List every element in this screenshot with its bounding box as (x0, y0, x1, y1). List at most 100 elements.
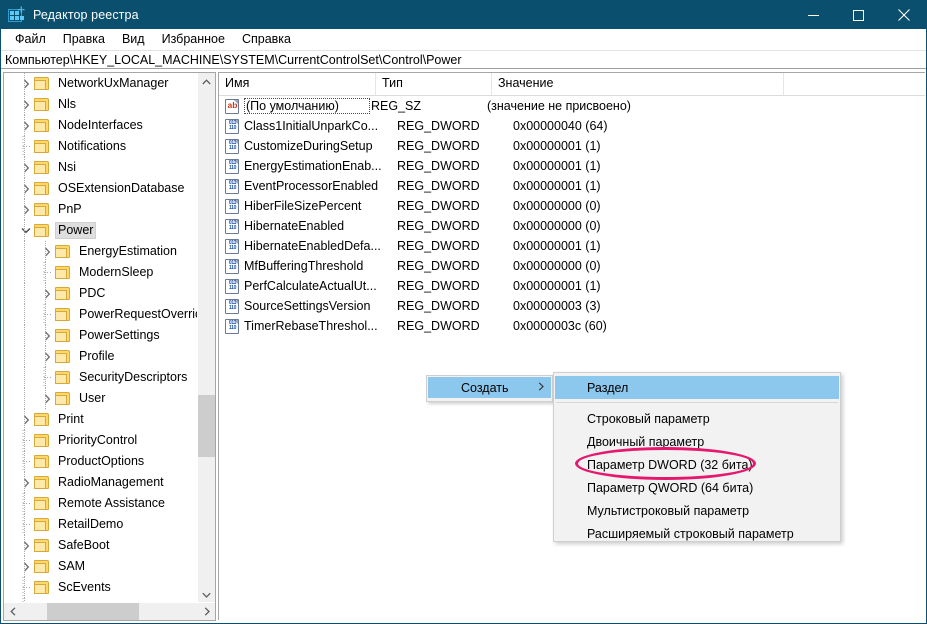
context-submenu-item[interactable]: Раздел (555, 376, 839, 399)
tree-item[interactable]: Remote Assistance (4, 493, 198, 514)
value-row[interactable]: ab (По умолчанию) REG_SZ (значение не присв… (219, 96, 925, 116)
chevron-right-icon[interactable] (39, 346, 55, 367)
maximize-button[interactable] (836, 1, 881, 29)
tree-scroll-thumb[interactable] (198, 395, 215, 457)
chevron-right-icon[interactable] (18, 556, 34, 577)
tree-item[interactable]: User (4, 388, 198, 409)
tree-hscroll-thumb[interactable] (47, 603, 139, 620)
context-submenu-item[interactable]: Мультистроковый параметр (554, 499, 840, 522)
tree-guide-line (24, 94, 26, 115)
chevron-right-icon[interactable] (18, 73, 34, 94)
dword-value-icon: 011 110 (225, 278, 239, 294)
context-submenu-item[interactable]: Строковый параметр (554, 407, 840, 430)
context-submenu-item[interactable]: Параметр QWORD (64 бита) (554, 476, 840, 499)
chevron-right-icon[interactable] (18, 472, 34, 493)
close-button[interactable] (881, 1, 926, 29)
folder-icon (55, 287, 71, 300)
chevron-down-icon[interactable] (18, 220, 34, 241)
value-row[interactable]: 011 110 TimerRebaseThreshol... REG_DWORD 0x0… (219, 316, 925, 336)
tree-item[interactable]: OSExtensionDatabase (4, 178, 198, 199)
tree-guide-line (24, 199, 26, 220)
minimize-button[interactable] (791, 1, 836, 29)
tree-item[interactable]: RadioManagement (4, 472, 198, 493)
value-row[interactable]: 011 110 HibernateEnabledDefa... REG_DWORD 0x… (219, 236, 925, 256)
context-submenu-item[interactable]: Параметр DWORD (32 бита) (554, 453, 840, 476)
tree-item[interactable]: Notifications (4, 136, 198, 157)
menu-item-file[interactable]: Файл (7, 30, 55, 49)
chevron-right-icon[interactable] (18, 535, 34, 556)
folder-icon (34, 119, 50, 132)
scroll-left-icon[interactable] (4, 603, 21, 620)
tree-horizontal-scrollbar[interactable] (4, 602, 215, 620)
chevron-right-icon[interactable] (18, 115, 34, 136)
chevron-right-icon[interactable] (18, 94, 34, 115)
chevron-right-icon[interactable] (39, 388, 55, 409)
value-data: 0x00000001 (1) (513, 159, 601, 173)
registry-editor-window: ✛ Редактор реестра Файл Правка Вид Избра… (0, 0, 927, 624)
tree-item[interactable]: NodeInterfaces (4, 115, 198, 136)
chevron-right-icon[interactable] (39, 325, 55, 346)
context-submenu-item[interactable]: Расширяемый строковый параметр (554, 522, 840, 545)
tree-item[interactable]: Nsi (4, 157, 198, 178)
chevron-right-icon[interactable] (18, 157, 34, 178)
tree-item-label: EnergyEstimation (79, 244, 177, 258)
scroll-down-icon[interactable] (198, 586, 215, 603)
menu-item-help[interactable]: Справка (234, 30, 300, 49)
tree-item[interactable]: SAM (4, 556, 198, 577)
column-header-type[interactable]: Тип (376, 73, 492, 95)
tree-vertical-scrollbar[interactable] (197, 73, 215, 603)
menu-item-edit[interactable]: Правка (55, 30, 114, 49)
value-row[interactable]: 011 110 PerfCalculateActualUt... REG_DWORD 0… (219, 276, 925, 296)
tree-item[interactable]: PowerSettings (4, 325, 198, 346)
tree-guide-icon (18, 493, 34, 514)
value-row[interactable]: 011 110 EnergyEstimationEnab... REG_DWORD 0x… (219, 156, 925, 176)
tree-item[interactable]: PnP (4, 199, 198, 220)
tree-item[interactable]: ModernSleep (4, 262, 198, 283)
menu-item-view[interactable]: Вид (114, 30, 154, 49)
value-row[interactable]: 011 110 EventProcessorEnabled REG_DWORD 0x00… (219, 176, 925, 196)
tree-item[interactable]: NetworkUxManager (4, 73, 198, 94)
tree-item[interactable]: PriorityControl (4, 430, 198, 451)
tree-item[interactable]: ProductOptions (4, 451, 198, 472)
tree-item[interactable]: RetailDemo (4, 514, 198, 535)
chevron-right-icon[interactable] (18, 178, 34, 199)
value-row[interactable]: 011 110 CustomizeDuringSetup REG_DWORD 0x000… (219, 136, 925, 156)
pane-filler (218, 620, 926, 623)
scroll-right-icon[interactable] (198, 603, 215, 620)
column-header-value[interactable]: Значение (492, 73, 784, 95)
tree-item[interactable]: Print (4, 409, 198, 430)
tree-item[interactable]: Power (4, 220, 198, 241)
value-row[interactable]: 011 110 MfBufferingThreshold REG_DWORD 0x000… (219, 256, 925, 276)
registry-grid-icon: ✛ (8, 6, 25, 23)
value-data: 0x0000003c (60) (513, 319, 607, 333)
chevron-right-icon[interactable] (18, 199, 34, 220)
value-data: 0x00000001 (1) (513, 279, 601, 293)
menu-item-favorites[interactable]: Избранное (154, 30, 234, 49)
tree-item[interactable]: ScEvents (4, 577, 198, 598)
tree-item[interactable]: PowerRequestOverric (4, 304, 198, 325)
value-row[interactable]: 011 110 HiberFileSizePercent REG_DWORD 0x000… (219, 196, 925, 216)
tree-item[interactable]: SecurityDescriptors (4, 367, 198, 388)
folder-icon (34, 161, 50, 174)
address-bar[interactable]: Компьютер\HKEY_LOCAL_MACHINE\SYSTEM\Curr… (1, 50, 926, 69)
value-row[interactable]: 011 110 Class1InitialUnparkCo... REG_DWORD 0… (219, 116, 925, 136)
folder-icon (34, 140, 50, 153)
tree-item[interactable]: Profile (4, 346, 198, 367)
chevron-right-icon[interactable] (18, 409, 34, 430)
folder-icon (34, 224, 50, 237)
value-row[interactable]: 011 110 SourceSettingsVersion REG_DWORD 0x00… (219, 296, 925, 316)
folder-icon (34, 539, 50, 552)
scroll-up-icon[interactable] (198, 73, 215, 90)
column-header-name[interactable]: Имя (219, 73, 376, 95)
tree-item[interactable]: Nls (4, 94, 198, 115)
tree-item[interactable]: EnergyEstimation (4, 241, 198, 262)
chevron-right-icon[interactable] (39, 241, 55, 262)
value-row[interactable]: 011 110 HibernateEnabled REG_DWORD 0x0000000… (219, 216, 925, 236)
context-submenu-item[interactable]: Двоичный параметр (554, 430, 840, 453)
tree-item[interactable]: PDC (4, 283, 198, 304)
context-menu-new-submenu[interactable]: Раздел Строковый параметр Двоичный парамет… (553, 372, 841, 542)
chevron-right-icon[interactable] (39, 283, 55, 304)
tree-item[interactable]: SafeBoot (4, 535, 198, 556)
registry-tree[interactable]: NetworkUxManager Nls NodeInterfaces Notific… (4, 73, 198, 603)
context-menu-item-create[interactable]: Создать (428, 377, 551, 398)
